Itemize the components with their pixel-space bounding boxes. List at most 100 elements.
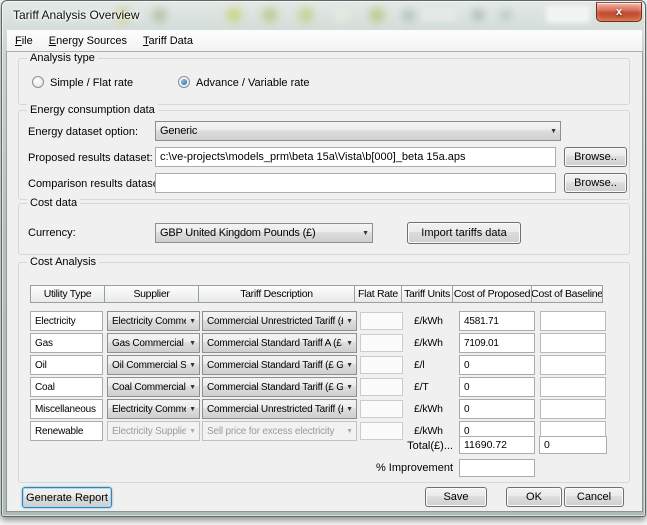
comparison-results-label: Comparison results dataset: xyxy=(28,178,165,190)
tariff-description-value: Commercial Unrestricted Tariff (£ G xyxy=(207,404,343,415)
chevron-down-icon: ▼ xyxy=(346,340,353,347)
supplier-select[interactable]: Electricity Commerc ▼ xyxy=(107,399,200,419)
titlebar-blur-decoration xyxy=(369,7,385,23)
cost-row: Gas Commercial Su ▼ Commercial Standard … xyxy=(30,333,609,353)
flat-rate-field xyxy=(360,378,403,396)
cost-analysis-table: Utility Type Supplier Tariff Description… xyxy=(30,285,609,443)
column-header-tariff-units: Tariff Units xyxy=(401,285,453,303)
window-titlebar[interactable]: Tariff Analysis Overview xyxy=(4,2,645,29)
total-baseline-field[interactable] xyxy=(539,436,607,454)
titlebar-blur-decoration xyxy=(334,8,349,23)
cost-of-proposed-field[interactable] xyxy=(459,377,535,397)
cost-row: Electricity Commerc ▼ Commercial Unrestr… xyxy=(30,311,609,331)
flat-rate-field xyxy=(360,400,403,418)
flat-rate-field xyxy=(360,312,403,330)
supplier-value: Electricity Supplier1 xyxy=(112,426,186,437)
analysis-type-legend: Analysis type xyxy=(27,52,98,64)
screenshot-stage: Tariff Analysis Overview x File Energy S… xyxy=(0,0,647,525)
cost-of-baseline-field xyxy=(540,355,606,375)
cost-analysis-legend: Cost Analysis xyxy=(27,256,99,268)
tariff-units-label: £/kWh xyxy=(414,403,443,415)
tariff-description-value: Commercial Standard Tariff (£ GBP xyxy=(207,382,343,393)
cost-row: Coal Commercial Su ▼ Commercial Standard… xyxy=(30,377,609,397)
chevron-down-icon: ▼ xyxy=(362,230,369,237)
improvement-label: % Improvement xyxy=(330,462,453,474)
import-tariffs-button[interactable]: Import tariffs data xyxy=(407,222,521,244)
cost-of-proposed-field[interactable] xyxy=(459,355,535,375)
cost-row: Electricity Commerc ▼ Commercial Unrestr… xyxy=(30,399,609,419)
browse-proposed-button[interactable]: Browse.. xyxy=(564,147,627,167)
chevron-down-icon: ▼ xyxy=(189,318,196,325)
menu-energy-sources[interactable]: Energy Sources xyxy=(41,32,135,50)
chevron-down-icon: ▼ xyxy=(189,384,196,391)
column-header-cost-of-baseline: Cost of Baseline xyxy=(531,285,603,303)
chevron-down-icon: ▼ xyxy=(346,428,353,435)
tariff-units-label: £/kWh xyxy=(414,425,443,437)
utility-type-field[interactable] xyxy=(30,355,103,375)
currency-select[interactable]: GBP United Kingdom Pounds (£) ▼ xyxy=(155,223,373,243)
proposed-results-input[interactable] xyxy=(155,147,556,167)
chevron-down-icon: ▼ xyxy=(346,384,353,391)
cost-of-proposed-field[interactable] xyxy=(459,399,535,419)
improvement-field[interactable] xyxy=(459,459,535,477)
cancel-button[interactable]: Cancel xyxy=(564,487,624,507)
supplier-select[interactable]: Gas Commercial Su ▼ xyxy=(107,333,200,353)
cost-data-legend: Cost data xyxy=(27,197,80,209)
column-header-flat-rate: Flat Rate xyxy=(354,285,402,303)
titlebar-blur-decoration xyxy=(262,7,278,23)
flat-rate-field xyxy=(360,422,403,440)
close-button[interactable]: x xyxy=(596,2,642,22)
generate-report-button[interactable]: Generate Report xyxy=(22,487,112,508)
tariff-units-label: £/kWh xyxy=(414,315,443,327)
column-header-utility-type: Utility Type xyxy=(30,285,105,303)
utility-type-field[interactable] xyxy=(30,311,103,331)
utility-type-field[interactable] xyxy=(30,377,103,397)
cost-of-proposed-field[interactable] xyxy=(459,333,535,353)
tariff-description-select[interactable]: Commercial Unrestricted Tariff (£ G ▼ xyxy=(202,311,357,331)
menu-tariff-data[interactable]: Tariff Data xyxy=(135,32,201,50)
column-header-cost-of-proposed: Cost of Proposed xyxy=(452,285,532,303)
menu-file[interactable]: File xyxy=(7,32,41,50)
chevron-down-icon: ▼ xyxy=(189,340,196,347)
chevron-down-icon: ▼ xyxy=(189,362,196,369)
supplier-value: Oil Commercial Sup xyxy=(112,360,186,371)
supplier-select[interactable]: Electricity Supplier1 ▼ xyxy=(107,421,200,441)
supplier-select[interactable]: Oil Commercial Sup ▼ xyxy=(107,355,200,375)
energy-dataset-option-value: Generic xyxy=(160,125,547,137)
supplier-select[interactable]: Coal Commercial Su ▼ xyxy=(107,377,200,397)
table-rows: Electricity Commerc ▼ Commercial Unrestr… xyxy=(30,311,609,441)
total-proposed-field[interactable] xyxy=(459,436,535,454)
ok-button[interactable]: OK xyxy=(506,487,562,507)
total-label: Total(£)... xyxy=(365,440,453,452)
cost-of-baseline-field xyxy=(540,333,606,353)
titlebar-blur-decoration xyxy=(546,6,590,23)
chevron-down-icon: ▼ xyxy=(346,406,353,413)
column-header-tariff-description: Tariff Description xyxy=(198,285,355,303)
tariff-units-label: £/kWh xyxy=(414,337,443,349)
browse-comparison-button[interactable]: Browse.. xyxy=(564,173,627,193)
comparison-results-input[interactable] xyxy=(155,173,556,193)
tariff-description-value: Sell price for excess electricity xyxy=(207,426,343,437)
utility-type-field[interactable] xyxy=(30,333,103,353)
titlebar-blur-decoration xyxy=(226,7,242,23)
cost-row: Oil Commercial Sup ▼ Commercial Standard… xyxy=(30,355,609,375)
currency-label: Currency: xyxy=(28,227,76,239)
tariff-description-select[interactable]: Commercial Standard Tariff (£ GBP ▼ xyxy=(202,377,357,397)
tariff-description-select[interactable]: Commercial Standard Tariff A (£ GE ▼ xyxy=(202,333,357,353)
titlebar-blur-decoration xyxy=(472,9,484,21)
radio-simple-flat-rate[interactable] xyxy=(32,76,44,88)
cost-of-baseline-field xyxy=(540,377,606,397)
utility-type-field[interactable] xyxy=(30,399,103,419)
utility-type-field[interactable] xyxy=(30,421,103,441)
save-button[interactable]: Save xyxy=(425,487,487,507)
titlebar-blur-decoration xyxy=(500,9,512,21)
tariff-description-select[interactable]: Commercial Standard Tariff (£ GBP ▼ xyxy=(202,355,357,375)
tariff-description-select[interactable]: Commercial Unrestricted Tariff (£ G ▼ xyxy=(202,399,357,419)
energy-dataset-option-label: Energy dataset option: xyxy=(28,126,138,138)
cost-of-proposed-field[interactable] xyxy=(459,311,535,331)
supplier-select[interactable]: Electricity Commerc ▼ xyxy=(107,311,200,331)
radio-advance-label: Advance / Variable rate xyxy=(196,77,310,89)
tariff-description-select[interactable]: Sell price for excess electricity ▼ xyxy=(202,421,357,441)
radio-advance-variable-rate[interactable] xyxy=(178,76,190,88)
energy-dataset-option-select[interactable]: Generic ▼ xyxy=(155,121,561,141)
